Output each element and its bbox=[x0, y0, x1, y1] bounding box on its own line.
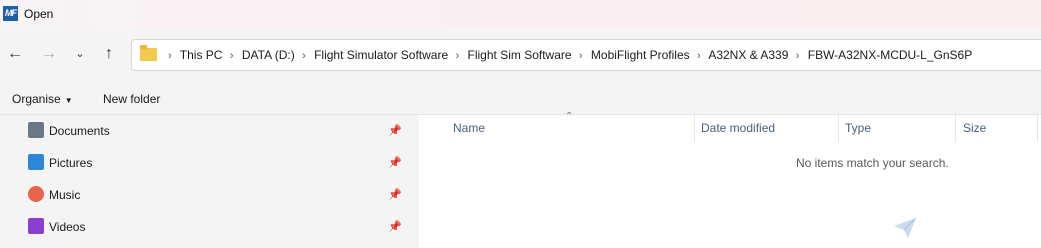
sidebar-item-videos[interactable]: Videos 📌 bbox=[28, 216, 403, 238]
sidebar-item-pictures[interactable]: Pictures 📌 bbox=[28, 152, 403, 174]
mobiflight-app-icon: MF bbox=[3, 6, 18, 21]
column-header-type[interactable]: Type bbox=[845, 121, 871, 135]
sidebar-item-music[interactable]: Music 📌 bbox=[28, 184, 403, 206]
file-list: ⌃ Name Date modified Type Size No items … bbox=[419, 111, 1041, 248]
chevron-down-icon: ⌄ bbox=[75, 48, 85, 60]
chevron-right-icon: › bbox=[795, 50, 800, 62]
column-header-date-modified[interactable]: Date modified bbox=[701, 121, 775, 135]
breadcrumb-this-pc[interactable]: This PC bbox=[180, 48, 223, 62]
breadcrumb: › This PC › DATA (D:) › Flight Simulator… bbox=[164, 40, 972, 70]
chevron-right-icon: › bbox=[696, 50, 701, 62]
music-icon bbox=[28, 186, 44, 202]
new-folder-button[interactable]: New folder bbox=[103, 92, 160, 106]
column-header-size[interactable]: Size bbox=[963, 121, 986, 135]
pin-icon[interactable]: 📌 bbox=[388, 156, 402, 169]
breadcrumb-current-folder[interactable]: FBW-A32NX-MCDU-L_GnS6P bbox=[808, 48, 972, 62]
up-button[interactable]: ↑ bbox=[97, 42, 121, 66]
chevron-right-icon: › bbox=[578, 50, 583, 62]
command-bar: Organise ▼ New folder bbox=[0, 84, 1041, 114]
navigation-bar: ← → ⌄ ↑ › This PC › DATA (D:) › Flight S… bbox=[0, 29, 1041, 84]
arrow-right-icon: → bbox=[41, 45, 57, 62]
paper-plane-icon bbox=[894, 217, 917, 238]
videos-icon bbox=[28, 218, 44, 234]
sidebar-item-documents[interactable]: Documents 📌 bbox=[28, 120, 403, 142]
sidebar-item-label: Pictures bbox=[49, 156, 93, 170]
caret-down-icon: ▼ bbox=[64, 96, 73, 105]
arrow-up-icon: ↑ bbox=[105, 45, 113, 62]
column-divider[interactable] bbox=[838, 115, 839, 142]
forward-button[interactable]: → bbox=[37, 42, 61, 66]
pin-icon[interactable]: 📌 bbox=[388, 188, 402, 201]
breadcrumb-a32nx-a339[interactable]: A32NX & A339 bbox=[708, 48, 788, 62]
column-divider[interactable] bbox=[694, 115, 695, 142]
chevron-right-icon: › bbox=[455, 50, 460, 62]
recent-locations-button[interactable]: ⌄ bbox=[68, 42, 92, 66]
chevron-right-icon: › bbox=[229, 50, 234, 62]
breadcrumb-data-drive[interactable]: DATA (D:) bbox=[242, 48, 295, 62]
documents-icon bbox=[28, 122, 44, 138]
pictures-icon bbox=[28, 154, 44, 170]
sort-up-icon: ⌃ bbox=[565, 111, 574, 122]
sidebar-item-label: Documents bbox=[49, 124, 110, 138]
column-divider[interactable] bbox=[1037, 115, 1038, 142]
arrow-left-icon: ← bbox=[7, 45, 23, 62]
pin-icon[interactable]: 📌 bbox=[388, 124, 402, 137]
breadcrumb-mobiflight-profiles[interactable]: MobiFlight Profiles bbox=[591, 48, 690, 62]
sidebar-item-label: Music bbox=[49, 188, 81, 202]
sidebar-item-label: Videos bbox=[49, 220, 86, 234]
breadcrumb-flight-simulator-software[interactable]: Flight Simulator Software bbox=[314, 48, 448, 62]
organise-button[interactable]: Organise ▼ bbox=[12, 92, 73, 106]
chevron-right-icon: › bbox=[302, 50, 306, 62]
organise-label: Organise bbox=[12, 92, 61, 106]
address-bar[interactable]: › This PC › DATA (D:) › Flight Simulator… bbox=[131, 39, 1041, 71]
folder-icon bbox=[140, 45, 157, 61]
breadcrumb-flight-sim-software[interactable]: Flight Sim Software bbox=[468, 48, 572, 62]
chevron-right-icon: › bbox=[168, 50, 172, 62]
title-bar: MF Open bbox=[0, 0, 1041, 29]
back-button[interactable]: ← bbox=[3, 42, 27, 66]
window-title: Open bbox=[24, 7, 54, 21]
column-divider[interactable] bbox=[955, 115, 956, 142]
column-header-name[interactable]: Name bbox=[453, 121, 485, 135]
navigation-pane: Documents 📌 Pictures 📌 Music 📌 Videos 📌 bbox=[0, 115, 405, 248]
pane-scrollbar[interactable] bbox=[405, 115, 419, 248]
pin-icon[interactable]: 📌 bbox=[388, 220, 402, 233]
empty-state-message: No items match your search. bbox=[796, 156, 949, 170]
